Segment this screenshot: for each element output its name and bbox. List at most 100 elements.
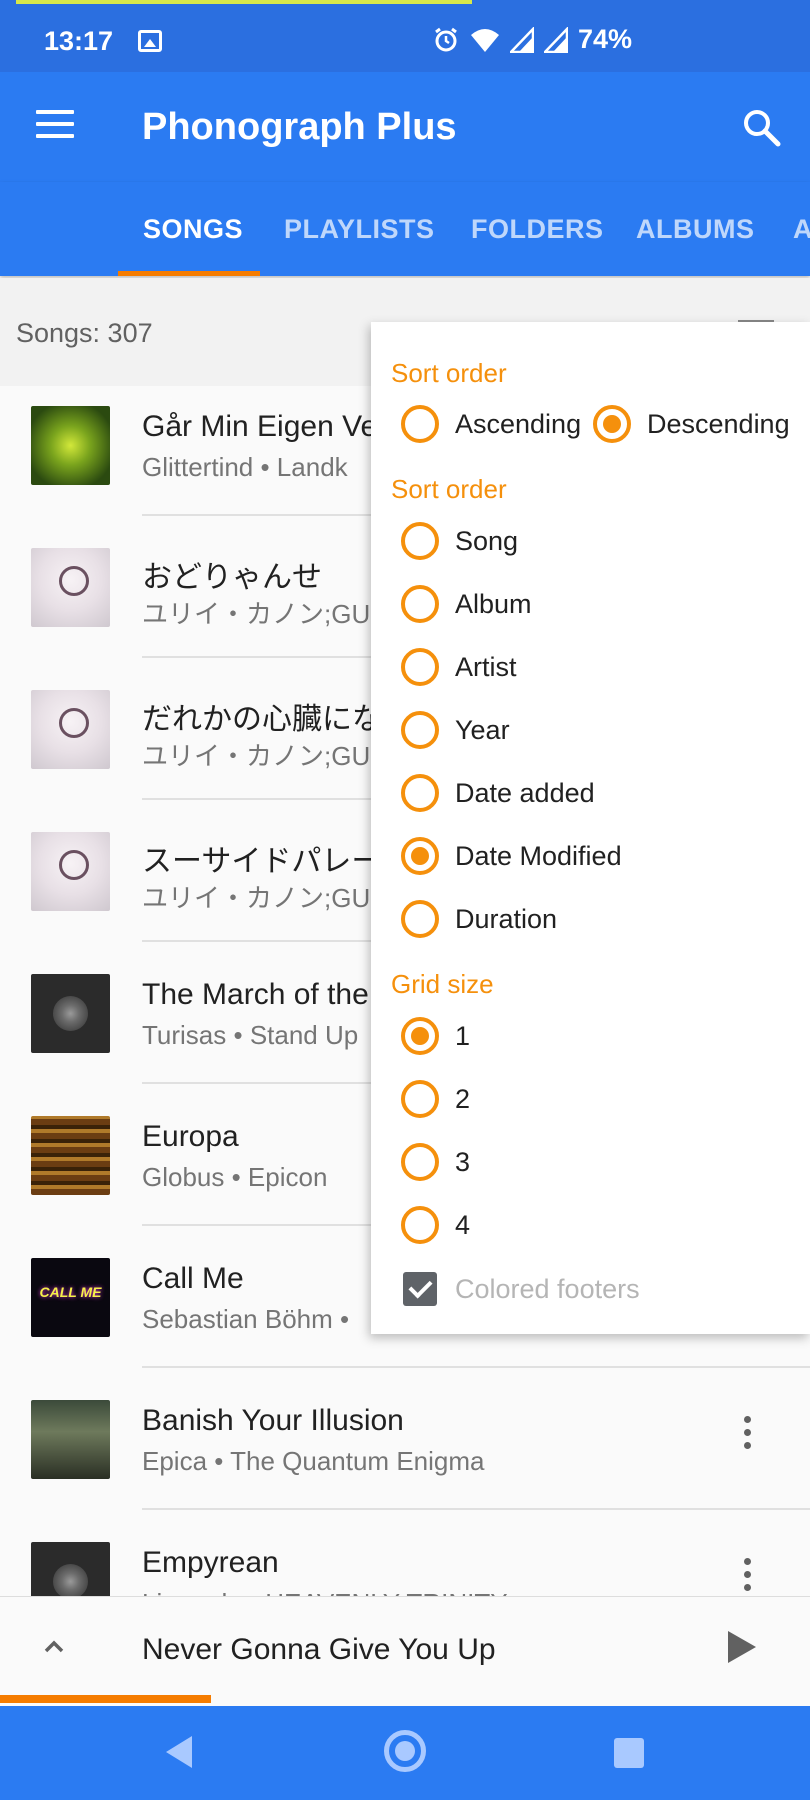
sort-by-title: Sort order <box>391 474 507 504</box>
tab-albums[interactable]: ALBUMS <box>636 214 755 245</box>
album-art <box>31 690 110 769</box>
more-options-icon[interactable] <box>740 1558 754 1598</box>
colored-footers-option[interactable]: Colored footers <box>401 1272 640 1306</box>
radio-button[interactable] <box>401 1143 439 1181</box>
sort-direction-title: Sort order <box>391 358 507 388</box>
tab-songs[interactable]: SONGS <box>143 214 243 245</box>
radio-label: Ascending <box>455 408 582 439</box>
song-row[interactable]: Banish Your Illusion Epica • The Quantum… <box>0 1380 810 1522</box>
song-title: おどりゃんせ <box>142 561 322 594</box>
song-subtitle: Globus • Epicon <box>142 1162 328 1192</box>
radio-descending[interactable]: Descending <box>593 405 790 443</box>
chevron-up-icon[interactable] <box>44 1637 64 1657</box>
divider <box>142 1508 810 1510</box>
radio-button[interactable] <box>401 837 439 875</box>
song-title: Call Me <box>142 1262 244 1295</box>
status-icons: 74% <box>432 24 632 55</box>
radio-button[interactable] <box>401 405 439 443</box>
radio-button[interactable] <box>401 774 439 812</box>
radio-label: Year <box>455 714 510 745</box>
radio-label: Album <box>455 588 532 619</box>
song-subtitle: Turisas • Stand Up <box>142 1020 359 1050</box>
song-title: The March of the <box>142 978 369 1011</box>
tab-playlists[interactable]: PLAYLISTS <box>284 214 435 245</box>
radio-sort-duration[interactable]: Duration <box>401 900 557 938</box>
radio-button[interactable] <box>401 1017 439 1055</box>
system-nav-bar <box>0 1706 810 1800</box>
song-subtitle: ユリイ・カノン;GU <box>142 741 371 771</box>
sort-popup-menu: Sort order Ascending Descending Sort ord… <box>371 322 810 1334</box>
song-subtitle: Sebastian Böhm • <box>142 1304 350 1334</box>
radio-button[interactable] <box>401 648 439 686</box>
songs-count: Songs: 307 <box>16 318 153 348</box>
tab-bar: SONGS PLAYLISTS FOLDERS ALBUMS A <box>0 182 810 276</box>
song-title: Går Min Eigen Ve <box>142 410 378 443</box>
menu-icon[interactable] <box>36 110 74 140</box>
radio-label: Song <box>455 525 519 556</box>
radio-ascending[interactable]: Ascending <box>401 405 581 443</box>
radio-sort-date-modified[interactable]: Date Modified <box>401 837 622 875</box>
album-art: CALL ME <box>31 1258 110 1337</box>
album-art <box>31 1116 110 1195</box>
song-subtitle: Glittertind • Landk <box>142 452 348 482</box>
now-playing-title: Never Gonna Give You Up <box>142 1633 496 1666</box>
radio-grid-2[interactable]: 2 <box>401 1080 470 1118</box>
status-strip <box>16 0 472 4</box>
radio-label: Duration <box>455 903 558 934</box>
signal-icon-2 <box>544 26 568 53</box>
radio-sort-year[interactable]: Year <box>401 711 510 749</box>
search-icon[interactable] <box>740 106 784 150</box>
radio-button[interactable] <box>401 711 439 749</box>
song-title: スーサイドパレー <box>142 845 382 878</box>
radio-sort-song[interactable]: Song <box>401 522 518 560</box>
radio-label: Artist <box>455 651 517 682</box>
radio-label: 4 <box>455 1209 471 1240</box>
radio-label: Date Modified <box>455 840 622 871</box>
radio-grid-3[interactable]: 3 <box>401 1143 470 1181</box>
song-title: Empyrean <box>142 1546 279 1579</box>
more-options-icon[interactable] <box>740 1416 754 1456</box>
mini-player[interactable]: Never Gonna Give You Up <box>0 1596 810 1706</box>
tab-indicator <box>118 271 260 276</box>
recents-icon[interactable] <box>614 1738 644 1768</box>
battery-level: 74% <box>578 24 633 54</box>
album-art <box>31 1400 110 1479</box>
radio-sort-artist[interactable]: Artist <box>401 648 517 686</box>
radio-label: Date added <box>455 777 595 808</box>
home-icon[interactable] <box>384 1730 426 1772</box>
radio-button[interactable] <box>593 405 631 443</box>
play-icon[interactable] <box>728 1631 756 1663</box>
tab-artists[interactable]: A <box>793 214 810 245</box>
album-art <box>31 974 110 1053</box>
radio-label: 1 <box>455 1020 471 1051</box>
radio-grid-4[interactable]: 4 <box>401 1206 470 1244</box>
colored-footers-checkbox[interactable] <box>403 1272 437 1306</box>
radio-label: 2 <box>455 1083 471 1114</box>
song-subtitle: ユリイ・カノン;GU <box>142 599 371 629</box>
radio-label: 3 <box>455 1146 471 1177</box>
playback-progress <box>0 1695 211 1703</box>
radio-grid-1[interactable]: 1 <box>401 1017 470 1055</box>
back-icon[interactable] <box>166 1736 192 1768</box>
phonograph-screen: 13:17 74% Phonograph Plus SONGS PLAYLIST… <box>0 0 810 1800</box>
grid-size-title: Grid size <box>391 969 494 999</box>
radio-button[interactable] <box>401 585 439 623</box>
song-title: Europa <box>142 1120 239 1153</box>
status-time: 13:17 <box>44 26 114 56</box>
app-title: Phonograph Plus <box>142 106 457 148</box>
album-art <box>31 548 110 627</box>
tab-folders[interactable]: FOLDERS <box>471 214 604 245</box>
radio-button[interactable] <box>401 1080 439 1118</box>
app-toolbar: Phonograph Plus <box>0 72 810 182</box>
song-subtitle: ユリイ・カノン;GU <box>142 883 371 913</box>
song-subtitle: Epica • The Quantum Enigma <box>142 1446 485 1476</box>
radio-button[interactable] <box>401 522 439 560</box>
album-art-text: CALL ME <box>39 1284 102 1300</box>
album-art <box>31 832 110 911</box>
radio-button[interactable] <box>401 900 439 938</box>
radio-sort-date-added[interactable]: Date added <box>401 774 595 812</box>
radio-button[interactable] <box>401 1206 439 1244</box>
image-notification-icon <box>138 30 162 52</box>
radio-sort-album[interactable]: Album <box>401 585 532 623</box>
wifi-icon <box>471 28 499 52</box>
